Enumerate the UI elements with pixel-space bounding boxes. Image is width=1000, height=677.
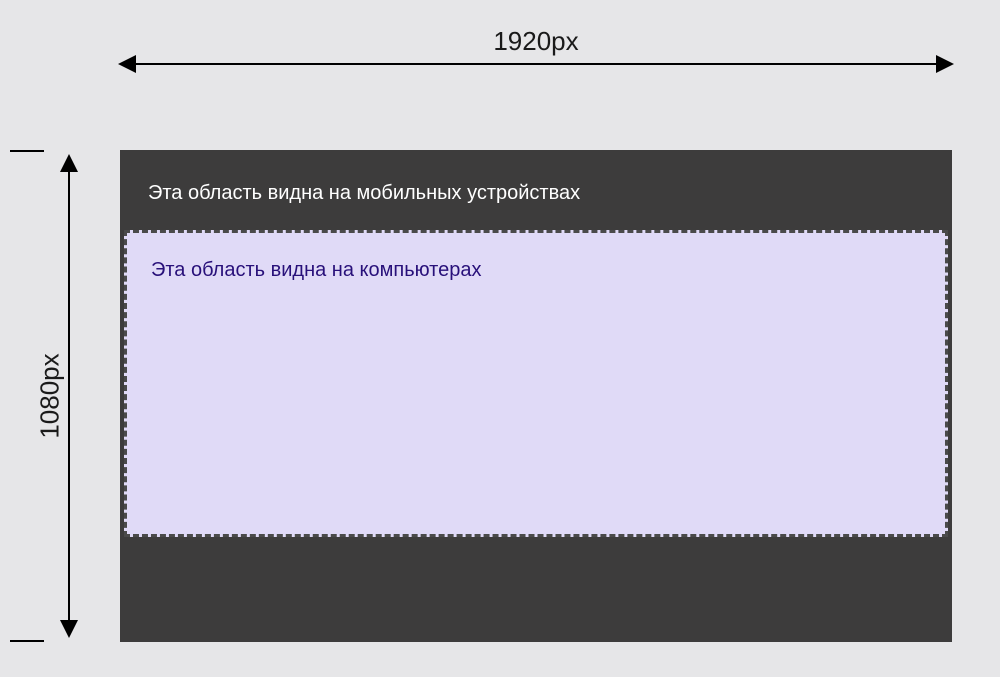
height-dimension-label: 1080px: [35, 341, 66, 450]
desktop-visible-area-label: Эта область видна на компьютерах: [151, 259, 481, 282]
width-dimension-label: 1920px: [120, 26, 952, 57]
viewport-frame: Эта область видна на мобильных устройств…: [120, 150, 952, 642]
height-dimension: 1080px: [10, 150, 110, 642]
dimension-tick-top: [10, 150, 44, 152]
width-dimension: 1920px: [120, 26, 952, 86]
dimension-tick-bottom: [10, 640, 44, 642]
desktop-visible-area: Эта область видна на компьютерах: [124, 230, 948, 537]
mobile-visible-area-label: Эта область видна на мобильных устройств…: [148, 182, 580, 205]
vertical-arrow-icon: [68, 156, 70, 636]
horizontal-arrow-icon: [120, 63, 952, 65]
